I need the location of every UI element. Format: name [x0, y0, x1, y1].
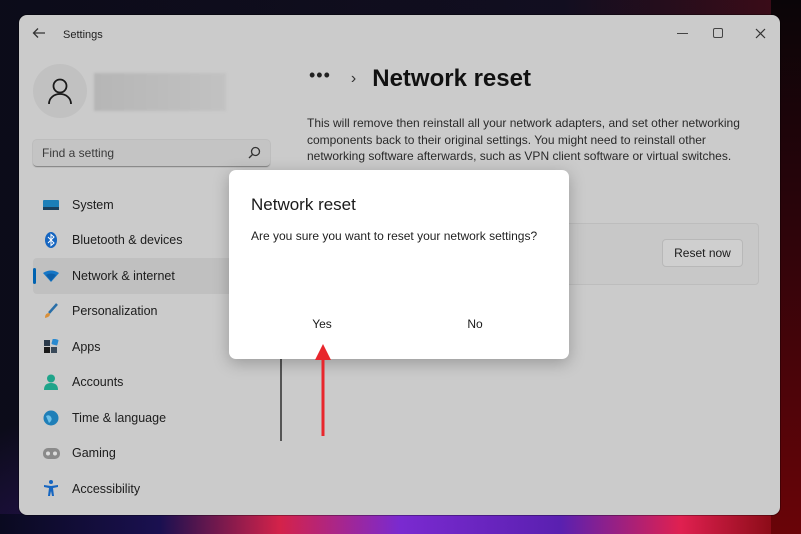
close-button[interactable] — [740, 19, 780, 47]
sidebar-item-label: Network & internet — [72, 268, 175, 283]
breadcrumb-more-button[interactable]: ••• — [309, 66, 331, 84]
search-box[interactable] — [33, 140, 270, 167]
search-input[interactable] — [33, 140, 243, 166]
page-title: Network reset — [372, 65, 531, 92]
accessibility-icon — [42, 480, 60, 498]
sidebar-item-label: Accounts — [72, 375, 124, 390]
monitor-icon — [42, 196, 60, 214]
back-arrow-icon — [32, 28, 45, 38]
user-avatar[interactable] — [33, 64, 87, 118]
page-description: This will remove then reinstall all your… — [307, 116, 740, 163]
breadcrumb: ••• › Network reset — [309, 65, 531, 93]
arrow-head-icon — [315, 344, 331, 360]
app-title: Settings — [63, 29, 103, 41]
person-icon — [48, 78, 72, 105]
reset-now-button[interactable]: Reset now — [662, 239, 743, 267]
gamepad-icon — [42, 444, 60, 462]
no-button[interactable]: No — [402, 308, 548, 340]
brush-icon — [42, 302, 60, 320]
globe-icon — [42, 409, 60, 427]
dialog-message: Are you sure you want to reset your netw… — [251, 229, 538, 243]
yes-button[interactable]: Yes — [249, 308, 395, 340]
close-icon — [755, 28, 765, 38]
sidebar-item-time-language[interactable]: Time & language — [33, 400, 281, 436]
desktop-wallpaper — [0, 514, 801, 534]
maximize-button[interactable] — [698, 19, 738, 47]
back-button[interactable] — [29, 26, 49, 46]
sidebar-item-label: Accessibility — [72, 481, 141, 496]
maximize-icon — [713, 28, 723, 38]
sidebar-item-label: Bluetooth & devices — [72, 233, 183, 248]
search-icon[interactable] — [246, 145, 262, 161]
red-arrow-annotation — [315, 344, 331, 436]
sidebar-item-accessibility[interactable]: Accessibility — [33, 471, 281, 507]
chevron-right-icon: › — [350, 70, 357, 87]
minimize-button[interactable] — [662, 19, 702, 47]
sidebar-item-gaming[interactable]: Gaming — [33, 436, 281, 472]
sidebar-item-accounts[interactable]: Accounts — [33, 365, 281, 401]
dialog-title: Network reset — [251, 195, 356, 214]
minimize-icon — [676, 32, 688, 34]
sidebar-item-label: System — [72, 197, 114, 212]
title-bar: Settings — [19, 15, 780, 55]
wifi-icon — [42, 267, 60, 285]
apps-icon — [42, 338, 60, 356]
user-name-redacted — [94, 73, 226, 111]
sidebar-item-label: Gaming — [72, 446, 116, 461]
sidebar-item-label: Time & language — [72, 410, 167, 425]
scrollbar[interactable] — [280, 355, 282, 441]
bluetooth-icon — [42, 231, 60, 249]
confirm-dialog: Network reset Are you sure you want to r… — [229, 170, 569, 359]
sidebar-item-label: Apps — [72, 339, 101, 354]
accounts-icon — [42, 373, 60, 391]
sidebar-item-label: Personalization — [72, 304, 158, 319]
